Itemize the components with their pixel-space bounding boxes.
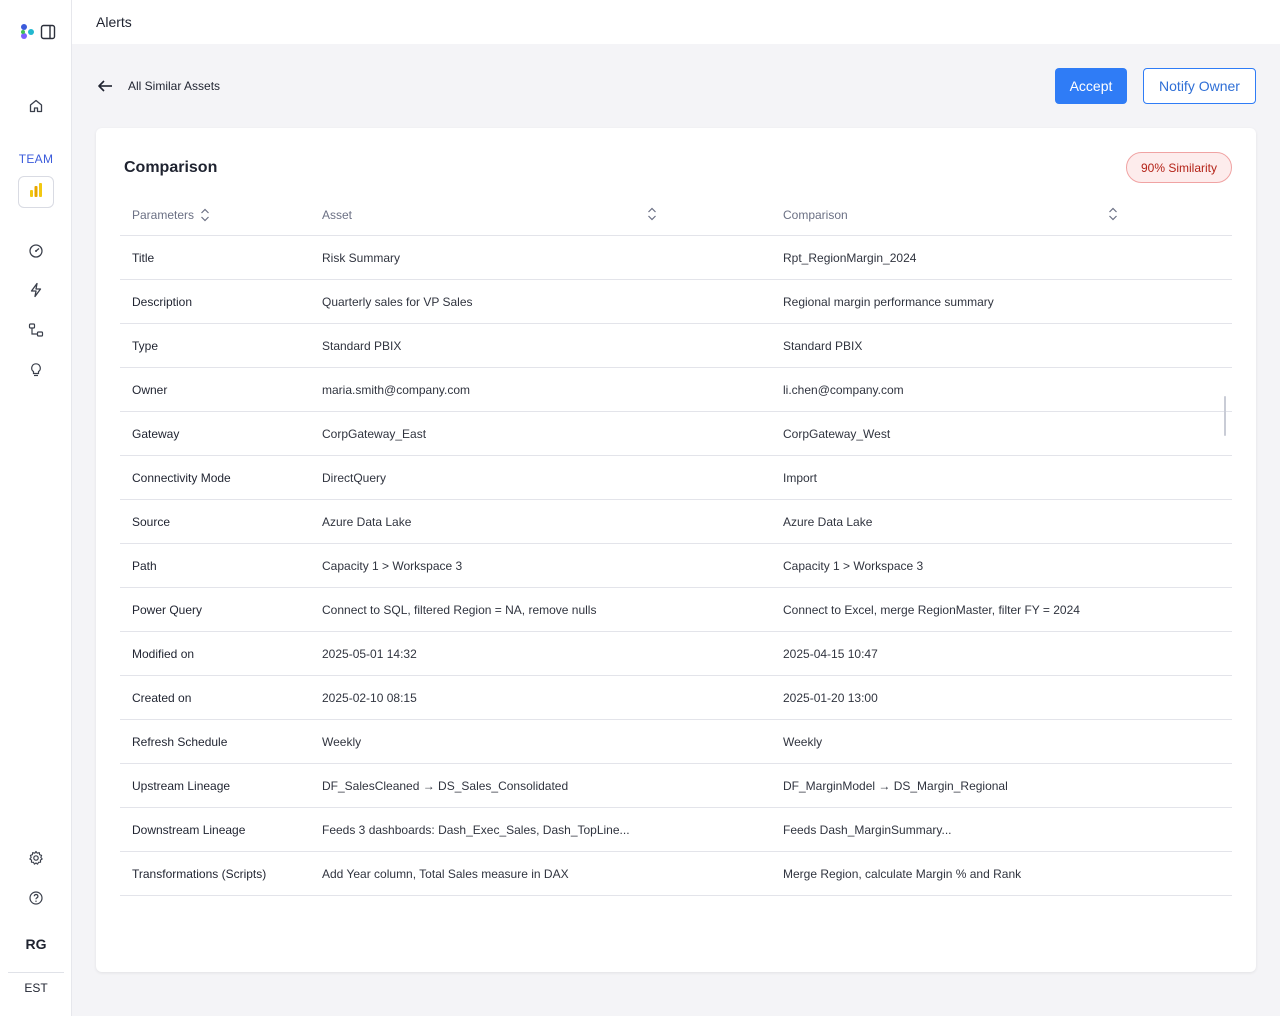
- asset-cell: Add Year column, Total Sales measure in …: [322, 867, 569, 881]
- page-title: Alerts: [96, 14, 132, 30]
- table-row: Refresh Schedule Weekly Weekly: [120, 720, 1232, 764]
- parameter-cell: Gateway: [132, 427, 180, 441]
- asset-cell: Quarterly sales for VP Sales: [322, 295, 473, 309]
- parameter-cell: Power Query: [132, 603, 203, 617]
- comparison-cell: Merge Region, calculate Margin % and Ran…: [783, 867, 1022, 881]
- asset-cell: maria.smith@company.com: [322, 383, 470, 397]
- asset-cell: Connect to SQL, filtered Region = NA, re…: [322, 603, 597, 617]
- comparison-cell: Connect to Excel, merge RegionMaster, fi…: [783, 603, 1080, 617]
- parameter-cell: Modified on: [132, 647, 195, 661]
- comparison-cell: DF_MarginModel → DS_Margin_Regional: [783, 779, 1008, 793]
- similarity-badge: 90% Similarity: [1126, 152, 1232, 183]
- parameter-cell: Downstream Lineage: [132, 823, 246, 837]
- parameter-cell: Owner: [132, 383, 168, 397]
- table-header: Parameters Asset Comparison: [120, 196, 1232, 236]
- table-row: Created on 2025-02-10 08:15 2025-01-20 13:…: [120, 676, 1232, 720]
- table-row: Upstream Lineage DF_SalesCleaned → DS_Sal…: [120, 764, 1232, 808]
- table-row: Connectivity Mode DirectQuery Import: [120, 456, 1232, 500]
- back-link[interactable]: All Similar Assets: [96, 76, 220, 96]
- lineage-icon[interactable]: [26, 320, 46, 340]
- dashboard-gauge-icon[interactable]: [26, 241, 46, 261]
- parameter-cell: Type: [132, 339, 159, 353]
- asset-cell: Weekly: [322, 735, 362, 749]
- lightning-icon[interactable]: [26, 280, 46, 300]
- gear-icon[interactable]: [26, 848, 46, 868]
- asset-cell: CorpGateway_East: [322, 427, 427, 441]
- user-avatar[interactable]: RG: [0, 936, 72, 952]
- asset-cell: DirectQuery: [322, 471, 387, 485]
- parameter-cell: Upstream Lineage: [132, 779, 231, 793]
- team-label: TEAM: [18, 152, 54, 166]
- column-header-label: Asset: [322, 208, 353, 222]
- parameter-cell: Title: [132, 251, 155, 265]
- comparison-cell: Import: [783, 471, 818, 485]
- parameter-cell: Connectivity Mode: [132, 471, 231, 485]
- comparison-title: Comparison: [124, 159, 218, 176]
- table-row: Type Standard PBIX Standard PBIX: [120, 324, 1232, 368]
- column-header-label: Comparison: [783, 208, 848, 222]
- comparison-cell: Standard PBIX: [783, 339, 863, 353]
- help-icon[interactable]: [26, 888, 46, 908]
- comparison-cell: Feeds Dash_MarginSummary...: [783, 823, 952, 837]
- asset-cell: 2025-05-01 14:32: [322, 647, 417, 661]
- parameter-cell: Path: [132, 559, 157, 573]
- parameter-cell: Transformations (Scripts): [132, 867, 267, 881]
- table-row: Gateway CorpGateway_East CorpGateway_West: [120, 412, 1232, 456]
- column-header-comparison[interactable]: Comparison: [783, 208, 848, 222]
- comparison-cell: Regional margin performance summary: [783, 295, 994, 309]
- comparison-cell: Rpt_RegionMargin_2024: [783, 251, 917, 265]
- app-logo-icon[interactable]: [18, 22, 38, 42]
- top-bar: Alerts: [72, 0, 1280, 44]
- table-row: Downstream Lineage Feeds 3 dashboards: Da…: [120, 808, 1232, 852]
- table-row: Owner maria.smith@company.com li.chen@comp…: [120, 368, 1232, 412]
- back-link-label: All Similar Assets: [128, 79, 221, 93]
- asset-cell: 2025-02-10 08:15: [322, 691, 417, 705]
- column-header-asset[interactable]: Asset: [322, 208, 352, 222]
- lightbulb-icon[interactable]: [26, 360, 46, 380]
- sort-icon[interactable]: [200, 208, 210, 222]
- home-icon[interactable]: [26, 96, 46, 116]
- table-row: Source Azure Data Lake Azure Data Lake: [120, 500, 1232, 544]
- accept-button[interactable]: Accept: [1055, 68, 1127, 104]
- powerbi-icon: [29, 182, 43, 203]
- sidebar-toggle-icon[interactable]: [40, 24, 56, 40]
- sort-icon[interactable]: [1108, 207, 1118, 221]
- team-switcher[interactable]: [18, 176, 54, 208]
- comparison-cell: li.chen@company.com: [783, 383, 904, 397]
- table-row: Title Risk Summary Rpt_RegionMargin_2024: [120, 236, 1232, 280]
- asset-cell: Azure Data Lake: [322, 515, 412, 529]
- table-row: Transformations (Scripts) Add Year column…: [120, 852, 1232, 896]
- asset-cell: Risk Summary: [322, 251, 401, 265]
- comparison-cell: Azure Data Lake: [783, 515, 873, 529]
- table-row: Power Query Connect to SQL, filtered Regi…: [120, 588, 1232, 632]
- table-row: Modified on 2025-05-01 14:32 2025-04-15 10…: [120, 632, 1232, 676]
- column-header-label: Parameters: [132, 208, 195, 222]
- comparison-card: Comparison 90% Similarity Parameters Ass…: [96, 128, 1256, 972]
- asset-cell: DF_SalesCleaned → DS_Sales_Consolidated: [322, 779, 569, 793]
- scrollbar-thumb[interactable]: [1224, 396, 1226, 436]
- parameter-cell: Source: [132, 515, 171, 529]
- parameter-cell: Refresh Schedule: [132, 735, 228, 749]
- comparison-cell: Weekly: [783, 735, 823, 749]
- asset-cell: Standard PBIX: [322, 339, 402, 353]
- notify-owner-button[interactable]: Notify Owner: [1143, 68, 1256, 104]
- table-row: Description Quarterly sales for VP Sales R…: [120, 280, 1232, 324]
- asset-cell: Capacity 1 > Workspace 3: [322, 559, 463, 573]
- parameter-cell: Created on: [132, 691, 192, 705]
- comparison-cell: 2025-01-20 13:00: [783, 691, 878, 705]
- parameter-cell: Description: [132, 295, 193, 309]
- sidebar-divider: [8, 972, 64, 973]
- arrow-left-icon: [96, 76, 116, 96]
- comparison-cell: CorpGateway_West: [783, 427, 891, 441]
- table-row: Path Capacity 1 > Workspace 3 Capacity 1 >…: [120, 544, 1232, 588]
- comparison-cell: Capacity 1 > Workspace 3: [783, 559, 924, 573]
- comparison-table: Parameters Asset Comparison Title Risk Su…: [120, 196, 1232, 896]
- asset-cell: Feeds 3 dashboards: Dash_Exec_Sales, Das…: [322, 823, 630, 837]
- timezone-label[interactable]: EST: [0, 981, 72, 995]
- sidebar: TEAM RG EST: [0, 0, 72, 1016]
- sort-icon[interactable]: [647, 207, 657, 221]
- column-header-parameters[interactable]: Parameters: [132, 208, 210, 222]
- comparison-cell: 2025-04-15 10:47: [783, 647, 878, 661]
